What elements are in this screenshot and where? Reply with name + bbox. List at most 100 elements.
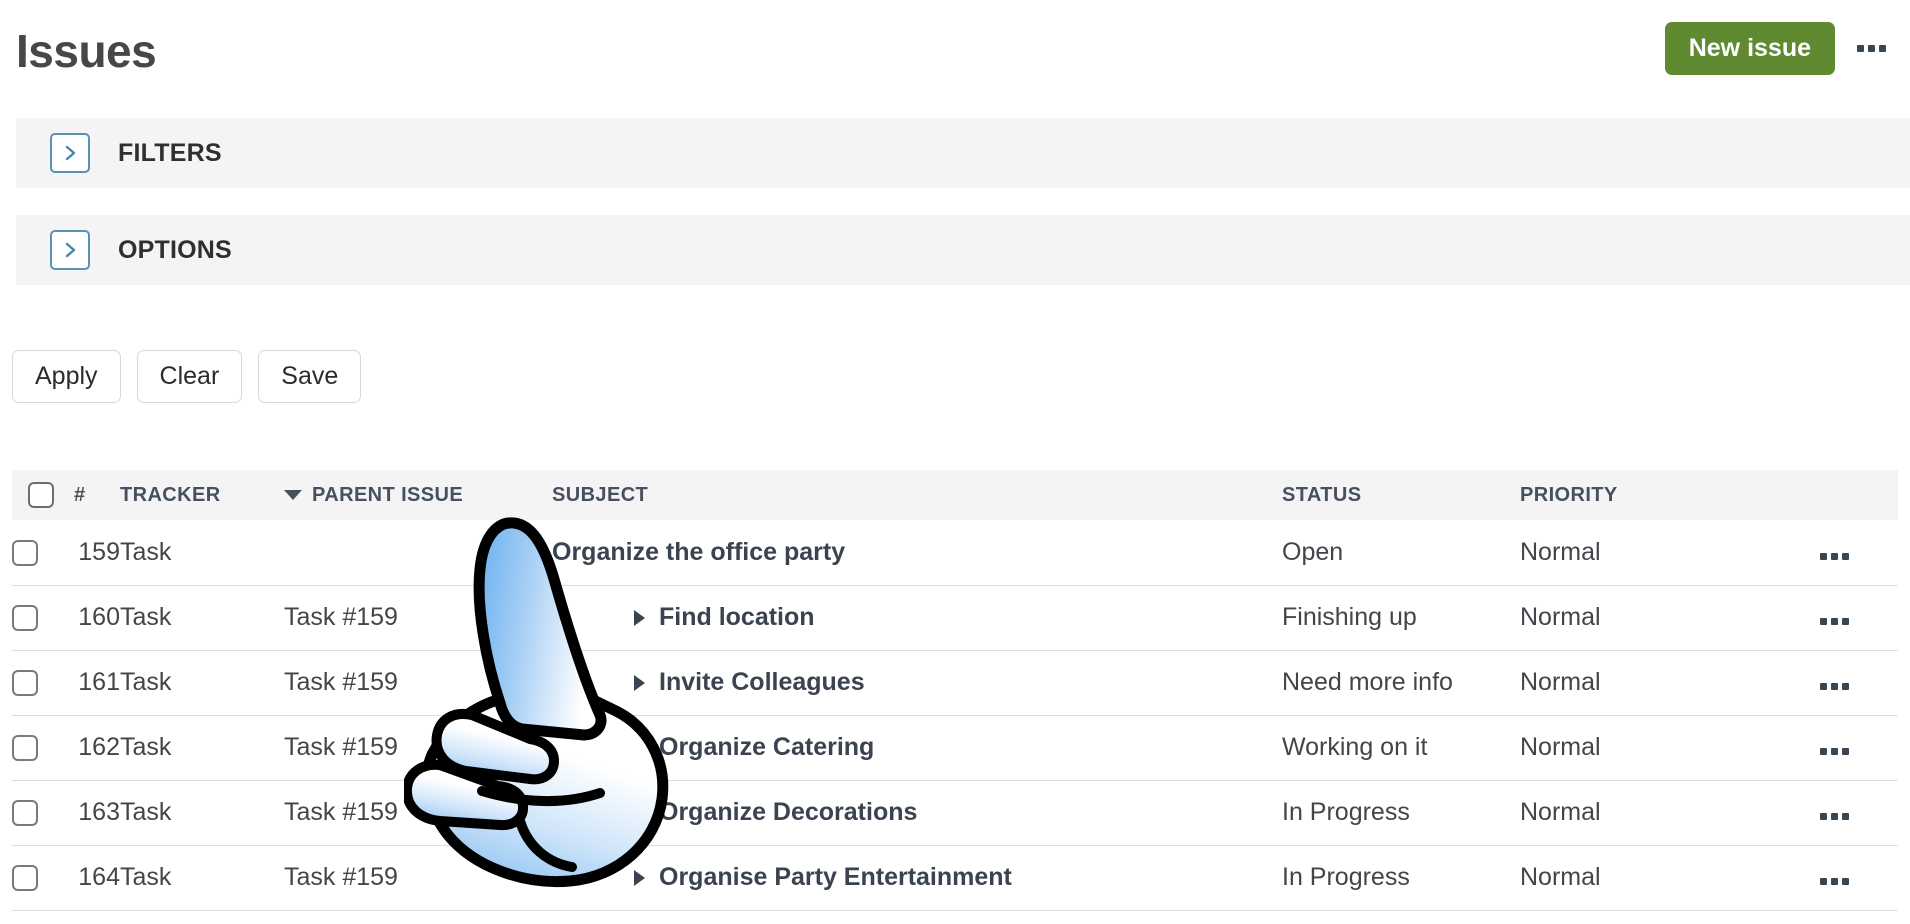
header-actions: New issue: [1664, 21, 1894, 75]
expand-triangle-icon[interactable]: [634, 740, 645, 757]
clear-button[interactable]: Clear: [136, 350, 243, 403]
column-header-actions: [1820, 470, 1898, 520]
status-cell: Need more info: [1282, 668, 1453, 696]
table-row[interactable]: 163 Task Task #159 Organize Decorations In P…: [12, 780, 1898, 845]
tracker-cell: Task: [120, 668, 172, 696]
row-checkbox[interactable]: [12, 800, 38, 827]
subject-wrapper: Organize Decorations: [552, 798, 1282, 827]
filter-action-buttons: Apply Clear Save: [12, 350, 362, 403]
expand-triangle-icon[interactable]: [634, 805, 645, 822]
column-header-subject[interactable]: SUBJECT: [552, 470, 1282, 520]
issue-id-cell[interactable]: 159: [68, 520, 120, 585]
issue-id-cell[interactable]: 164: [68, 845, 120, 910]
column-header-status[interactable]: STATUS: [1282, 470, 1520, 520]
row-kebab-menu-icon[interactable]: [1820, 683, 1849, 690]
parent-issue-cell[interactable]: Task #159: [284, 715, 552, 780]
issue-id-cell[interactable]: 161: [68, 650, 120, 715]
row-select-cell: [12, 715, 68, 780]
priority-cell: Normal: [1520, 603, 1601, 631]
parent-issue-cell: [284, 520, 552, 585]
row-checkbox[interactable]: [12, 540, 38, 567]
row-kebab-menu-icon[interactable]: [1820, 878, 1849, 885]
subject-link[interactable]: Find location: [659, 603, 815, 631]
priority-cell: Normal: [1520, 668, 1601, 696]
subject-link[interactable]: Organize Catering: [659, 733, 874, 761]
tracker-cell: Task: [120, 733, 172, 761]
chevron-right-icon-options[interactable]: [50, 230, 90, 270]
status-cell: Open: [1282, 537, 1344, 566]
row-checkbox[interactable]: [12, 670, 38, 697]
column-header-tracker[interactable]: TRACKER: [120, 470, 284, 520]
column-header-parent-issue[interactable]: PARENT ISSUE: [284, 470, 552, 520]
row-kebab-menu-icon[interactable]: [1820, 813, 1849, 820]
subject-link[interactable]: Organize Decorations: [659, 798, 917, 826]
row-checkbox[interactable]: [12, 865, 38, 892]
parent-issue-cell[interactable]: Task #159: [284, 845, 552, 910]
tracker-cell: Task: [120, 537, 172, 566]
table-row[interactable]: 161 Task Task #159 Invite Colleagues Need mo…: [12, 650, 1898, 715]
new-issue-button[interactable]: New issue: [1664, 21, 1835, 75]
status-cell: In Progress: [1282, 798, 1410, 826]
subject-link[interactable]: Organize the office party: [552, 538, 845, 566]
sort-descending-icon[interactable]: [284, 490, 302, 501]
column-header-parent-issue-label: PARENT ISSUE: [312, 483, 464, 506]
column-header-priority[interactable]: PRIORITY: [1520, 470, 1820, 520]
row-checkbox[interactable]: [12, 735, 38, 762]
parent-issue-cell[interactable]: Task #159: [284, 585, 552, 650]
kebab-menu-icon[interactable]: [1853, 37, 1890, 60]
apply-button[interactable]: Apply: [12, 350, 121, 403]
subject-wrapper: Organize Catering: [552, 733, 1282, 762]
table-row[interactable]: 159 Task Organize the office party Open Norm…: [12, 520, 1898, 585]
chevron-right-icon-filters[interactable]: [50, 133, 90, 173]
row-actions-cell: [1820, 715, 1898, 780]
options-label: OPTIONS: [118, 235, 232, 264]
select-all-checkbox[interactable]: [28, 482, 54, 508]
expand-triangle-icon[interactable]: [634, 870, 645, 887]
priority-cell: Normal: [1520, 798, 1601, 826]
parent-issue-cell[interactable]: Task #159: [284, 650, 552, 715]
table-row[interactable]: 162 Task Task #159 Organize Catering Working…: [12, 715, 1898, 780]
expand-triangle-icon[interactable]: [634, 675, 645, 692]
subject-cell[interactable]: Organize the office party: [552, 520, 1282, 585]
row-kebab-menu-icon[interactable]: [1820, 618, 1849, 625]
filter-option-panels: FILTERS OPTIONS: [16, 118, 1910, 285]
subject-wrapper: Organise Party Entertainment: [552, 863, 1282, 892]
priority-cell: Normal: [1520, 733, 1601, 761]
parent-issue-cell[interactable]: Task #159: [284, 780, 552, 845]
subject-cell[interactable]: Find location: [552, 585, 1282, 650]
status-cell: Working on it: [1282, 733, 1428, 761]
subject-cell[interactable]: Invite Colleagues: [552, 650, 1282, 715]
issue-id-cell[interactable]: 163: [68, 780, 120, 845]
page-title: Issues: [16, 25, 157, 77]
tracker-cell: Task: [120, 603, 172, 631]
subject-link[interactable]: Invite Colleagues: [659, 668, 865, 696]
column-header-id[interactable]: #: [68, 470, 120, 520]
subject-wrapper: Find location: [552, 603, 1282, 632]
select-all-header: [12, 470, 68, 520]
table-row[interactable]: 164 Task Task #159 Organise Party Entertain…: [12, 845, 1898, 910]
expand-triangle-icon[interactable]: [634, 610, 645, 627]
subject-cell[interactable]: Organize Catering: [552, 715, 1282, 780]
save-button[interactable]: Save: [258, 350, 362, 403]
table-row[interactable]: 160 Task Task #159 Find location Finishing u…: [12, 585, 1898, 650]
row-select-cell: [12, 650, 68, 715]
row-kebab-menu-icon[interactable]: [1820, 552, 1849, 560]
row-select-cell: [12, 845, 68, 910]
row-actions-cell: [1820, 780, 1898, 845]
subject-link[interactable]: Organise Party Entertainment: [659, 863, 1012, 891]
issue-id-cell[interactable]: 162: [68, 715, 120, 780]
subject-cell[interactable]: Organise Party Entertainment: [552, 845, 1282, 910]
row-select-cell: [12, 520, 68, 585]
subject-wrapper: Organize the office party: [552, 538, 845, 566]
row-actions-cell: [1820, 520, 1898, 585]
subject-cell[interactable]: Organize Decorations: [552, 780, 1282, 845]
options-panel: OPTIONS: [16, 215, 1910, 285]
row-checkbox[interactable]: [12, 605, 38, 632]
tracker-cell: Task: [120, 863, 172, 891]
page-header: Issues New issue: [0, 0, 1910, 96]
row-actions-cell: [1820, 650, 1898, 715]
subject-wrapper: Invite Colleagues: [552, 668, 1282, 697]
row-kebab-menu-icon[interactable]: [1820, 748, 1849, 755]
priority-cell: Normal: [1520, 537, 1601, 566]
issue-id-cell[interactable]: 160: [68, 585, 120, 650]
